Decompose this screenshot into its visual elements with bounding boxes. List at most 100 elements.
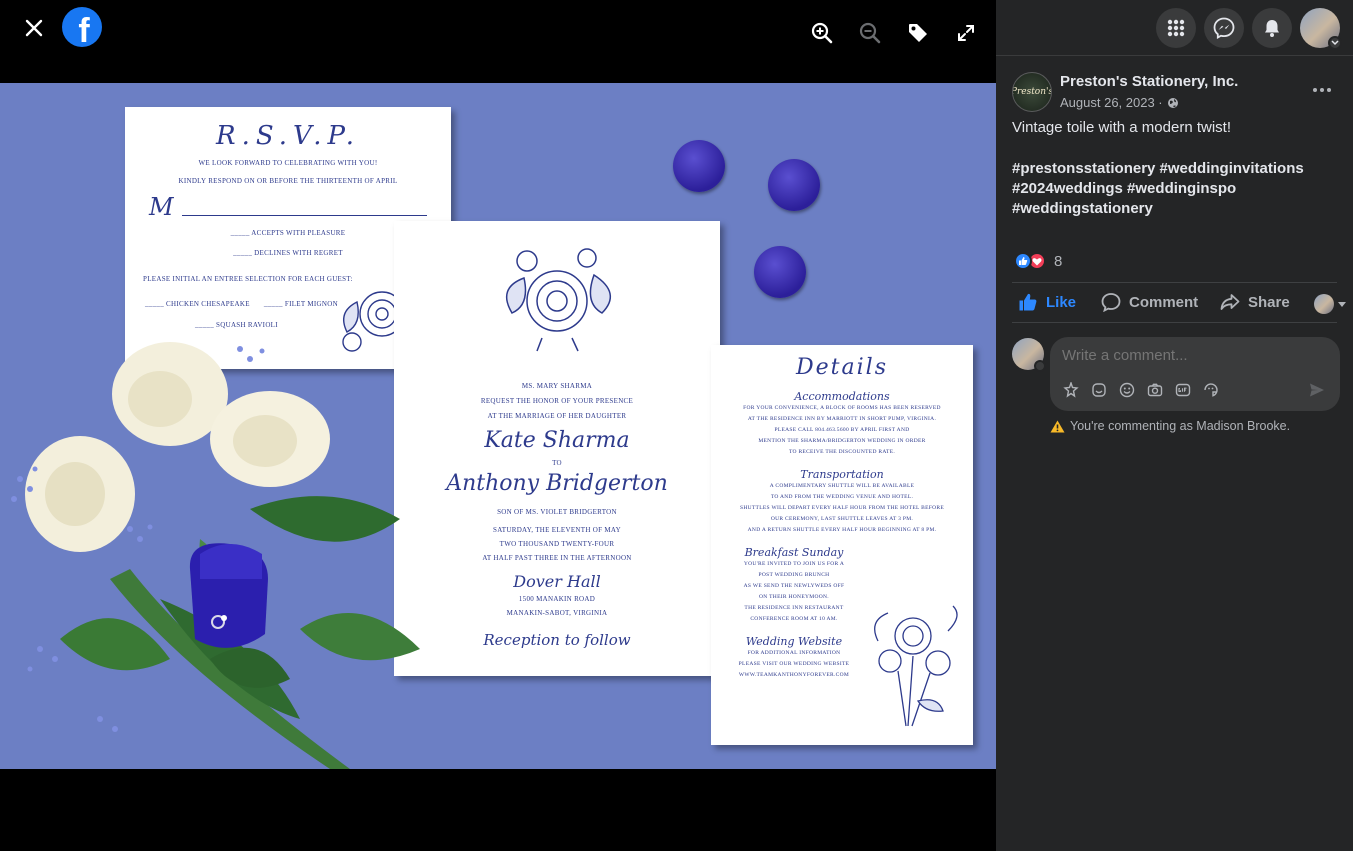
details-line: mention the Sharma/Bridgerton wedding in… — [758, 438, 926, 444]
like-label: Like — [1046, 293, 1077, 311]
comment-button[interactable]: Comment — [1101, 292, 1198, 312]
like-reaction-icon — [1014, 252, 1032, 270]
composer-tools — [1062, 381, 1220, 399]
comment-label: Comment — [1129, 293, 1199, 311]
wax-seal — [673, 140, 725, 192]
comment-input[interactable] — [1062, 345, 1326, 365]
close-icon — [25, 19, 43, 37]
details-line: post wedding brunch — [758, 572, 830, 578]
tag-icon — [909, 24, 927, 42]
details-line: at the Residence Inn by Marriott in Shor… — [747, 416, 937, 422]
rsvp-option: _____ Chicken Chesapeake — [145, 300, 250, 308]
zoom-in-icon — [811, 22, 833, 44]
grid-menu-icon — [1167, 19, 1185, 37]
account-avatar-button[interactable] — [1300, 8, 1342, 50]
zoom-in-button[interactable] — [806, 17, 838, 49]
camera-icon — [1147, 383, 1163, 397]
details-line: www.teamkanthonyforever.com — [738, 672, 850, 678]
commenting-as-text: You're commenting as Madison Brooke. — [1070, 419, 1291, 433]
expand-icon — [958, 25, 974, 41]
details-heading: Breakfast Sunday — [744, 546, 844, 559]
emoji-icon — [1119, 382, 1135, 398]
details-line: A complimentary shuttle will be availabl… — [769, 483, 915, 489]
hashtag-line[interactable]: #2024weddings #weddinginspo — [1012, 179, 1304, 199]
details-line: For additional information — [747, 650, 841, 656]
rsvp-name-line — [181, 215, 427, 216]
emoji-button[interactable] — [1118, 381, 1136, 399]
post-sidebar: Preston's Preston's Stationery, Inc. Aug… — [996, 0, 1353, 851]
photo-viewer: f R.S.V.P. We look forward to celebratin… — [0, 0, 996, 851]
reaction-profile-selector[interactable] — [1314, 294, 1346, 314]
send-comment-button[interactable] — [1308, 381, 1326, 399]
zoom-out-button[interactable] — [854, 17, 886, 49]
rsvp-title: R.S.V.P. — [216, 121, 360, 151]
share-icon — [1220, 294, 1240, 310]
zoom-out-icon — [859, 22, 881, 44]
details-lower: Breakfast Sunday You're invited to join … — [719, 546, 869, 681]
sticker-pack-button[interactable] — [1202, 381, 1220, 399]
globe-icon — [1167, 97, 1178, 108]
bell-icon — [1265, 20, 1279, 37]
comment-composer — [1050, 337, 1340, 411]
details-heading: Transportation — [800, 468, 884, 481]
menu-button[interactable] — [1156, 8, 1196, 48]
fullscreen-button[interactable] — [950, 17, 982, 49]
facebook-logo[interactable]: f — [62, 7, 102, 50]
rsvp-m-line: M — [149, 193, 427, 221]
details-line: and a return shuttle every half hour beg… — [747, 527, 937, 533]
page-avatar[interactable]: Preston's — [1012, 72, 1052, 112]
reactions-summary[interactable]: 8 — [1014, 252, 1062, 270]
avatar-sticker-icon — [1063, 382, 1079, 398]
messenger-icon — [1213, 17, 1235, 39]
send-icon — [1310, 383, 1324, 397]
sticker-icon — [1092, 383, 1106, 397]
gif-button[interactable] — [1174, 381, 1192, 399]
hashtag-line[interactable]: #prestonsstationery #weddinginvitations — [1012, 159, 1304, 179]
white-roses-bouquet — [11, 342, 420, 769]
sidebar-top-bar — [996, 0, 1353, 56]
details-line: our ceremony, last shuttle leaves at 3 p… — [770, 516, 914, 522]
notifications-button[interactable] — [1252, 8, 1292, 48]
details-title: Details — [796, 355, 888, 380]
wax-seal — [754, 246, 806, 298]
details-line: Conference room at 10 am. — [750, 616, 838, 622]
details-line: You're invited to join us for a — [743, 561, 845, 567]
chevron-down-icon — [1034, 360, 1046, 372]
commenter-avatar[interactable] — [1012, 338, 1046, 372]
rsvp-line: We look forward to celebrating with you! — [198, 159, 378, 167]
warning-icon — [1050, 420, 1065, 432]
facebook-logo-letter: f — [78, 11, 90, 50]
post-photo[interactable]: R.S.V.P. We look forward to celebrating … — [0, 83, 996, 769]
gif-icon — [1175, 383, 1191, 397]
page-name[interactable]: Preston's Stationery, Inc. — [1060, 73, 1238, 90]
comment-icon — [1101, 293, 1121, 312]
rsvp-m-label: M — [149, 193, 174, 221]
reaction-count: 8 — [1054, 252, 1063, 270]
tag-photo-button[interactable] — [902, 17, 934, 49]
page-avatar-text: Preston's — [1012, 87, 1052, 97]
post-hashtags: #prestonsstationery #weddinginvitations … — [1012, 159, 1304, 219]
avatar — [1314, 294, 1334, 314]
details-line: please visit our wedding website — [738, 661, 850, 667]
close-button[interactable] — [16, 12, 52, 44]
rsvp-line: Kindly respond on or before the thirteen… — [178, 177, 398, 185]
details-line: to receive the discounted rate. — [788, 449, 896, 455]
sticker-face-icon — [1204, 383, 1218, 397]
avatar-sticker-button[interactable] — [1062, 381, 1080, 399]
divider — [1012, 282, 1337, 283]
share-button[interactable]: Share — [1220, 292, 1290, 312]
post-options-button[interactable] — [1306, 80, 1338, 100]
hashtag-line[interactable]: #weddingstationery — [1012, 199, 1304, 219]
post-date[interactable]: August 26, 2023 · — [1060, 95, 1163, 110]
thumbs-up-icon — [1019, 293, 1037, 311]
sticker-button[interactable] — [1090, 381, 1108, 399]
details-line: to and from the wedding venue and hotel. — [770, 494, 914, 500]
more-horizontal-icon — [1313, 88, 1331, 92]
like-button[interactable]: Like — [1018, 292, 1076, 312]
caret-down-icon — [1338, 301, 1346, 307]
photo-button[interactable] — [1146, 381, 1164, 399]
messenger-button[interactable] — [1204, 8, 1244, 48]
chevron-down-icon — [1328, 36, 1342, 50]
rose-illustration — [505, 248, 611, 352]
details-line: as we send the newlyweds off — [743, 583, 845, 589]
